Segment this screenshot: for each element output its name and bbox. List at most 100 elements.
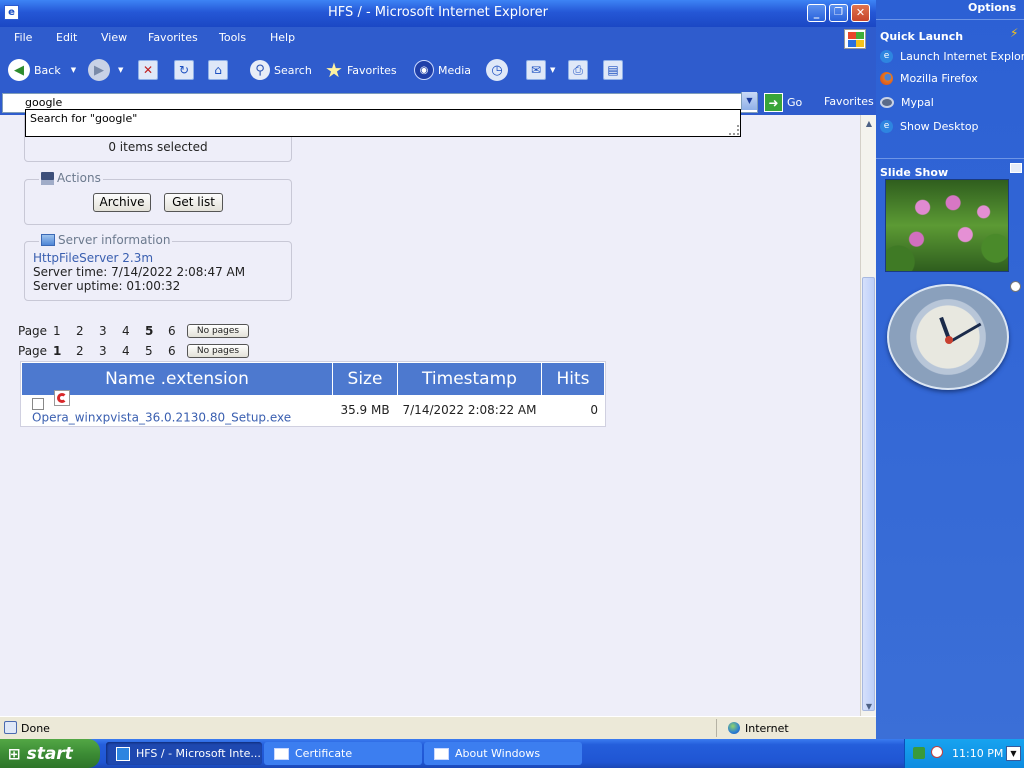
page-link-4[interactable]: 4 [122, 344, 145, 358]
window-task-icon [274, 747, 289, 760]
pager-label: Page [18, 324, 48, 338]
forward-arrow-icon: ▶ [88, 59, 110, 81]
menu-file[interactable]: File [14, 31, 32, 44]
minimize-button[interactable]: _ [807, 4, 826, 22]
page-link-1[interactable]: 1 [53, 344, 76, 358]
status-text: Done [21, 722, 50, 735]
page-link-3[interactable]: 3 [99, 324, 122, 338]
options-button[interactable]: Options [968, 1, 1016, 14]
stop-icon[interactable]: ✕ [138, 60, 158, 80]
table-row: Opera_winxpvista_36.0.2130.80_Setup.exe … [22, 390, 604, 425]
actions-legend: Actions [39, 171, 103, 185]
quicklaunch-show-desktop[interactable]: e Show Desktop [880, 120, 979, 133]
go-button[interactable]: ➜ Go [764, 93, 802, 112]
column-header-hits[interactable]: Hits [542, 363, 604, 395]
pager-label: Page [18, 344, 48, 358]
clock-settings-icon[interactable] [1010, 281, 1021, 292]
search-button[interactable]: ⚲ Search [250, 57, 312, 83]
slideshow-image[interactable] [885, 179, 1009, 272]
page-link-5[interactable]: 5 [145, 344, 168, 358]
window-title: HFS / - Microsoft Internet Explorer [328, 5, 548, 20]
no-pages-button[interactable]: No pages [187, 324, 249, 338]
network-icon[interactable] [913, 747, 925, 759]
lightning-icon: ⚡ [1010, 26, 1019, 40]
column-header-size[interactable]: Size [333, 363, 397, 395]
windows-logo-icon: ⊞ [8, 744, 21, 763]
tray-expand-icon[interactable]: ▼ [1006, 746, 1021, 761]
task-hfs[interactable]: HFS / - Microsoft Inte... [106, 742, 262, 765]
exe-file-icon [53, 390, 70, 406]
autocomplete-dropdown[interactable]: Search for "google" [25, 109, 741, 137]
menu-favorites[interactable]: Favorites [148, 31, 198, 44]
favorites-label: Favorites [346, 63, 397, 77]
no-pages-button[interactable]: No pages [187, 344, 249, 358]
pager-top: Page 1 2 3 4 5 6 No pages [18, 324, 249, 338]
quicklaunch-firefox[interactable]: Mozilla Firefox [880, 72, 978, 85]
forward-button[interactable]: ▶ ▼ [88, 57, 123, 83]
favorites-link[interactable]: Favorites [824, 95, 874, 108]
print-icon[interactable]: ⎙ [568, 60, 588, 80]
start-button[interactable]: ⊞ start [0, 739, 100, 768]
analog-clock-icon [887, 284, 1009, 390]
selection-count: 0 items selected [108, 140, 208, 154]
address-dropdown-icon[interactable]: ▼ [741, 92, 757, 110]
archive-button[interactable]: Archive [93, 193, 151, 212]
back-dropdown-icon[interactable]: ▼ [71, 66, 76, 74]
menu-view[interactable]: View [101, 31, 127, 44]
row-checkbox[interactable] [32, 397, 44, 410]
column-header-timestamp[interactable]: Timestamp [398, 363, 541, 395]
task-about-windows-label: About Windows [455, 747, 541, 760]
media-button[interactable]: ◉ Media [414, 57, 471, 83]
page-link-4[interactable]: 4 [122, 324, 145, 338]
scroll-up-icon[interactable]: ▲ [862, 117, 876, 131]
vertical-scrollbar[interactable]: ▲ ▼ [860, 115, 876, 716]
home-icon[interactable]: ⌂ [208, 60, 228, 80]
scroll-down-icon[interactable]: ▼ [862, 700, 876, 714]
server-name-link[interactable]: HttpFileServer 2.3m [33, 251, 153, 265]
get-list-button[interactable]: Get list [164, 193, 223, 212]
page-link-2[interactable]: 2 [76, 324, 99, 338]
clock[interactable]: 11:10 PM [952, 747, 1003, 760]
favorites-star-icon: ★ [325, 58, 343, 82]
server-info-panel: Server information HttpFileServer 2.3m S… [24, 233, 292, 301]
server-icon [41, 234, 55, 246]
security-icon[interactable] [931, 746, 943, 758]
page-content: 0 items selected Actions Archive Get lis… [0, 115, 860, 716]
status-divider [716, 719, 717, 737]
server-time: Server time: 7/14/2022 2:08:47 AM [33, 265, 246, 279]
quicklaunch-mypal[interactable]: Mypal [880, 96, 934, 109]
scroll-thumb[interactable] [862, 277, 875, 711]
page-link-3[interactable]: 3 [99, 344, 122, 358]
page-link-1[interactable]: 1 [53, 324, 76, 338]
mail-dropdown-icon[interactable]: ▼ [550, 66, 555, 74]
media-label: Media [438, 63, 472, 77]
close-button[interactable]: ✕ [851, 4, 870, 22]
back-arrow-icon: ◀ [8, 59, 30, 81]
camera-icon[interactable] [1010, 163, 1022, 173]
firefox-icon [880, 72, 893, 85]
quicklaunch-show-desktop-label: Show Desktop [900, 120, 979, 133]
timestamp-cell: 7/14/2022 2:08:22 AM [398, 396, 541, 425]
file-name-link[interactable]: Opera_winxpvista_36.0.2130.80_Setup.exe [32, 411, 291, 425]
task-certificate[interactable]: Certificate [264, 742, 422, 765]
autocomplete-suggestion[interactable]: Search for "google" [30, 112, 137, 125]
history-icon[interactable]: ◷ [486, 59, 508, 81]
edit-icon[interactable]: ▤ [603, 60, 623, 80]
forward-dropdown-icon[interactable]: ▼ [118, 66, 123, 74]
quicklaunch-ie[interactable]: e Launch Internet Explorer [880, 48, 1024, 64]
back-button[interactable]: ◀ Back ▼ [8, 57, 76, 83]
server-uptime: Server uptime: 01:00:32 [33, 279, 181, 293]
restore-button[interactable]: ❐ [829, 4, 848, 22]
menu-tools[interactable]: Tools [219, 31, 246, 44]
task-about-windows[interactable]: About Windows [424, 742, 582, 765]
menu-help[interactable]: Help [270, 31, 295, 44]
window-task-icon [434, 747, 449, 760]
page-link-5[interactable]: 5 [145, 324, 168, 338]
favorites-button[interactable]: ★ Favorites [325, 57, 397, 83]
title-bar[interactable]: e HFS / - Microsoft Internet Explorer _ … [0, 0, 876, 27]
page-link-2[interactable]: 2 [76, 344, 99, 358]
menu-edit[interactable]: Edit [56, 31, 77, 44]
mail-icon[interactable]: ✉ [526, 60, 546, 80]
refresh-icon[interactable]: ↻ [174, 60, 194, 80]
resize-grip-icon[interactable] [729, 125, 739, 135]
